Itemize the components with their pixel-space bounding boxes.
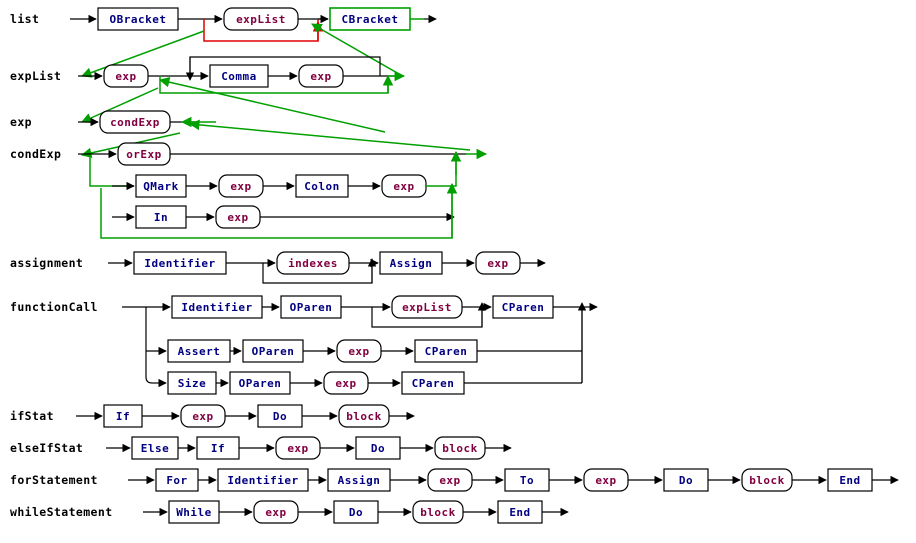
node-cparen-fc2-label: CParen	[425, 345, 468, 358]
node-do-for-label: Do	[679, 474, 693, 487]
rule-row-explist: exp Comma exp	[78, 56, 406, 94]
node-do-if-label: Do	[273, 410, 287, 423]
node-explist-ref-label: expList	[236, 13, 286, 26]
rule-label-exp: exp	[10, 115, 32, 129]
node-exp-for-1-label: exp	[439, 474, 460, 487]
rule-label-assignment: assignment	[10, 256, 83, 270]
node-while-label: While	[176, 506, 212, 519]
rule-row-whilestatement: While exp Do block End	[143, 500, 569, 524]
node-exp-elseif-label: exp	[287, 442, 308, 455]
node-size-label: Size	[178, 377, 207, 390]
node-condexp-ref-label: condExp	[110, 116, 160, 129]
node-identifier-assign-label: Identifier	[144, 257, 215, 270]
rule-row-assignment: Identifier indexes Assign exp	[108, 251, 546, 284]
railroad-svg: list expList exp condExp assignment func…	[10, 7, 899, 524]
rule-labels: list expList exp condExp assignment func…	[10, 12, 113, 519]
node-qmark-label: QMark	[143, 180, 179, 193]
node-end-while-label: End	[509, 506, 530, 519]
green-link-condexp-exit-to-exp	[188, 119, 471, 151]
node-exp-qmark-label: exp	[230, 180, 251, 193]
node-oparen-fc1-label: OParen	[290, 301, 333, 314]
node-indexes-label: indexes	[288, 257, 338, 270]
node-obracket-label: OBracket	[110, 13, 167, 26]
rule-row-condexp: orExp QMark exp Colon exp In exp	[78, 142, 488, 239]
rule-row-ifstat: If exp Do block	[76, 404, 415, 428]
rule-row-forstatement: For Identifier Assign exp To exp Do bloc…	[128, 468, 899, 492]
rule-label-list: list	[10, 12, 39, 26]
node-exp-colon-label: exp	[393, 180, 414, 193]
node-do-while-label: Do	[349, 506, 363, 519]
node-cparen-fc3-label: CParen	[412, 377, 455, 390]
node-assign-label: Assign	[390, 257, 433, 270]
rule-label-ifstat: ifStat	[10, 409, 54, 423]
node-to-label: To	[520, 474, 534, 487]
node-oparen-fc2-label: OParen	[252, 345, 295, 358]
rule-row-elseifstat: Else If exp Do block	[106, 436, 512, 460]
node-block-for-label: block	[749, 474, 785, 487]
green-bypass-explist	[159, 76, 389, 94]
node-for-label: For	[166, 474, 187, 487]
node-colon-label: Colon	[304, 180, 340, 193]
branch-rail-functioncall	[145, 307, 153, 384]
node-block-if-label: block	[346, 410, 382, 423]
node-oparen-fc3-label: OParen	[239, 377, 282, 390]
node-comma-label: Comma	[221, 70, 257, 83]
node-end-for-label: End	[839, 474, 860, 487]
node-if-elseif-label: If	[211, 442, 225, 455]
node-else-label: Else	[141, 442, 170, 455]
node-assign-for-label: Assign	[338, 474, 381, 487]
node-explist-fc-label: expList	[402, 301, 452, 314]
rule-label-functioncall: functionCall	[10, 300, 98, 314]
node-assert-label: Assert	[178, 345, 221, 358]
node-exp-ref-explist-1-label: exp	[115, 70, 136, 83]
node-block-while-label: block	[420, 506, 456, 519]
node-cparen-fc1-label: CParen	[502, 301, 545, 314]
rule-label-forstatement: forStatement	[10, 473, 98, 487]
railroad-diagram: list expList exp condExp assignment func…	[0, 0, 916, 543]
rule-label-condexp: condExp	[10, 147, 61, 161]
node-in-label: In	[154, 211, 168, 224]
green-qmark-join	[426, 158, 457, 187]
node-exp-if-label: exp	[192, 410, 213, 423]
node-identifier-for-label: Identifier	[227, 474, 298, 487]
node-exp-in-label: exp	[227, 211, 248, 224]
rule-row-functioncall: Identifier OParen expList CParen Assert …	[122, 295, 598, 395]
rule-label-whilestatement: whileStatement	[10, 505, 113, 519]
rule-label-elseifstat: elseIfStat	[10, 441, 83, 455]
node-exp-fc3-label: exp	[335, 377, 356, 390]
node-block-elseif-label: block	[442, 442, 478, 455]
rule-label-explist: expList	[10, 69, 61, 83]
rule-row-list: OBracket expList CBracket	[70, 7, 437, 42]
node-exp-ref-explist-2-label: exp	[310, 70, 331, 83]
node-do-elseif-label: Do	[371, 442, 385, 455]
node-exp-assign-label: exp	[487, 257, 508, 270]
node-cbracket-label: CBracket	[342, 13, 399, 26]
node-exp-while-label: exp	[265, 506, 286, 519]
node-orexp-label: orExp	[126, 148, 162, 161]
node-exp-for-2-label: exp	[595, 474, 616, 487]
node-exp-fc2-label: exp	[348, 345, 369, 358]
node-identifier-fc-label: Identifier	[181, 301, 252, 314]
node-if-label: If	[116, 410, 130, 423]
